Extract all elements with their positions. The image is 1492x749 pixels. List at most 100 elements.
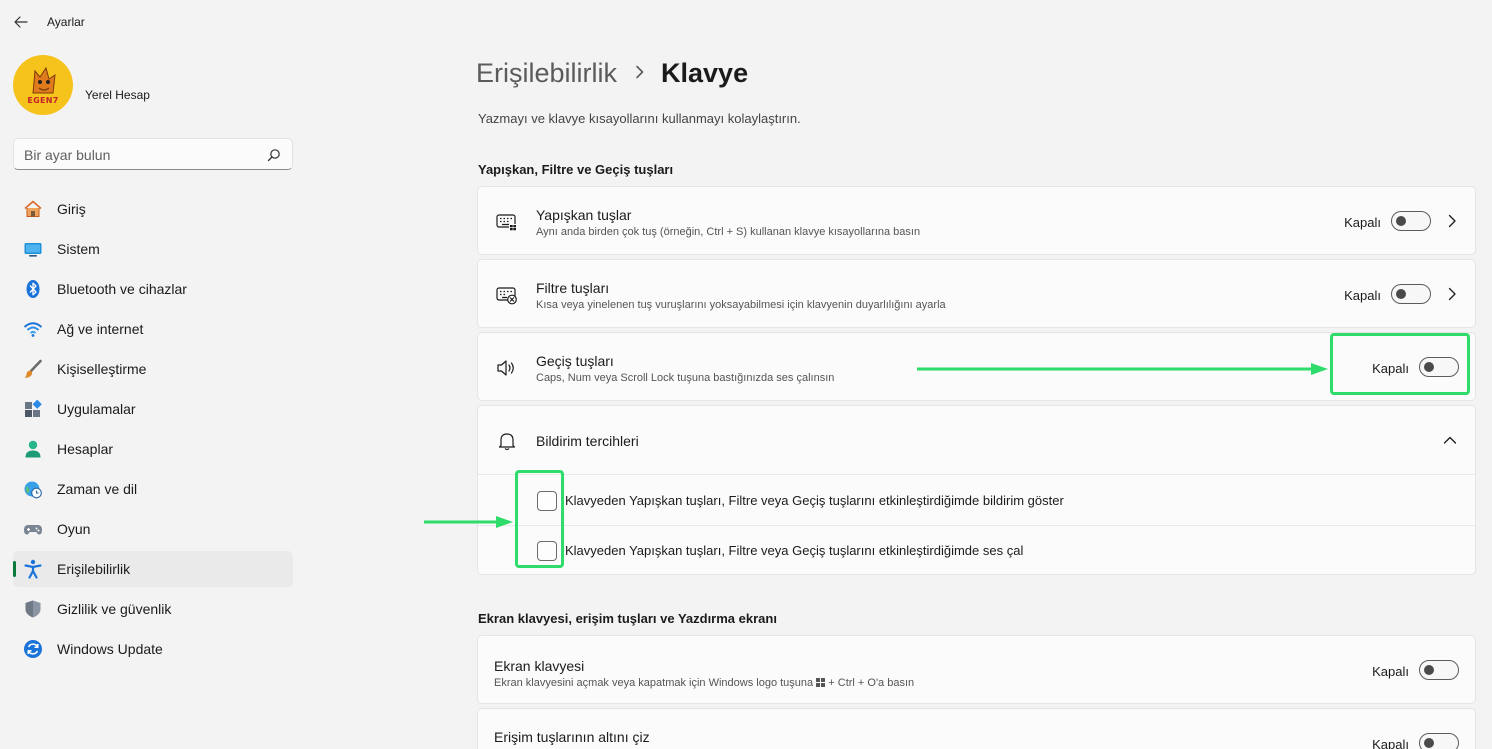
section-title-onscreen: Ekran klavyesi, erişim tuşları ve Yazdır… [478, 611, 777, 626]
back-arrow-icon [14, 16, 28, 28]
sidebar-item-label: Ağ ve internet [57, 321, 144, 337]
show-notification-label: Klavyeden Yapışkan tuşları, Filtre veya … [565, 493, 1064, 508]
wifi-icon [23, 319, 43, 339]
sidebar-nav: Giriş Sistem Bluetooth ve cihazlar Ağ ve… [13, 191, 293, 671]
sidebar-item-gaming[interactable]: Oyun [13, 511, 293, 547]
search-icon[interactable] [267, 148, 281, 162]
chevron-up-icon[interactable] [1443, 433, 1457, 447]
brush-icon [23, 359, 43, 379]
onscreen-keyboard-card[interactable]: Ekran klavyesi Ekran klavyesini açmak ve… [477, 635, 1476, 704]
notification-preferences-title: Bildirim tercihleri [536, 433, 639, 449]
update-icon [23, 639, 43, 659]
toggle-keys-title: Geçiş tuşları [536, 353, 614, 369]
underline-access-keys-toggle[interactable] [1419, 733, 1459, 749]
keyboard-filter-icon [496, 284, 518, 306]
bluetooth-icon [23, 279, 43, 299]
highlight-box-toggle [1330, 333, 1470, 395]
notification-preferences-header[interactable]: Bildirim tercihleri [478, 406, 1475, 474]
page-description: Yazmayı ve klavye kısayollarını kullanma… [478, 111, 801, 126]
chevron-right-icon [635, 62, 645, 85]
toggle-knob [1424, 665, 1434, 675]
sidebar-item-network[interactable]: Ağ ve internet [13, 311, 293, 347]
section-title-keys: Yapışkan, Filtre ve Geçiş tuşları [478, 162, 674, 177]
sidebar-item-label: Bluetooth ve cihazlar [57, 281, 187, 297]
sidebar-item-label: Uygulamalar [57, 401, 136, 417]
sidebar-item-accounts[interactable]: Hesaplar [13, 431, 293, 467]
notification-option-row[interactable]: Klavyeden Yapışkan tuşları, Filtre veya … [478, 525, 1475, 575]
sidebar-item-personalization[interactable]: Kişiselleştirme [13, 351, 293, 387]
breadcrumb: Erişilebilirlik Klavye [476, 55, 748, 91]
toggle-knob [1424, 738, 1434, 748]
sidebar-item-label: Erişilebilirlik [57, 561, 131, 577]
sidebar-item-label: Hesaplar [57, 441, 114, 457]
back-button[interactable] [10, 11, 32, 33]
filter-keys-title: Filtre tuşları [536, 280, 610, 296]
filter-keys-subtitle: Kısa veya yinelenen tuş vuruşlarını yoks… [536, 299, 946, 311]
apps-icon [23, 399, 43, 419]
sticky-keys-toggle[interactable] [1391, 211, 1431, 231]
chevron-right-icon[interactable] [1445, 287, 1459, 301]
sidebar-item-accessibility[interactable]: Erişilebilirlik [13, 551, 293, 587]
subtitle-text: + Ctrl + O'a basın [828, 677, 915, 689]
page-title: Klavye [661, 57, 749, 88]
app-title: Ayarlar [47, 15, 85, 29]
annotation-arrow-icon [424, 516, 513, 528]
shield-icon [23, 599, 43, 619]
underline-access-keys-title: Erişim tuşlarının altını çiz [494, 729, 650, 745]
bell-icon [496, 430, 518, 452]
sticky-keys-state: Kapalı [1344, 215, 1381, 230]
onscreen-keyboard-toggle[interactable] [1419, 660, 1459, 680]
sidebar-item-label: Giriş [57, 201, 86, 217]
onscreen-keyboard-title: Ekran klavyesi [494, 658, 585, 674]
underline-access-keys-state: Kapalı [1372, 737, 1409, 749]
chevron-right-icon[interactable] [1445, 214, 1459, 228]
highlight-box-checkboxes [515, 470, 564, 568]
sticky-keys-subtitle: Aynı anda birden çok tuş (örneğin, Ctrl … [536, 226, 921, 238]
sidebar-item-home[interactable]: Giriş [13, 191, 293, 227]
sidebar-item-label: Sistem [57, 241, 100, 257]
sidebar-item-time-language[interactable]: Zaman ve dil [13, 471, 293, 507]
accessibility-icon [23, 559, 43, 579]
sticky-keys-title: Yapışkan tuşlar [536, 207, 632, 223]
breadcrumb-parent[interactable]: Erişilebilirlik [476, 58, 617, 89]
sidebar-item-system[interactable]: Sistem [13, 231, 293, 267]
onscreen-keyboard-subtitle: Ekran klavyesini açmak veya kapatmak içi… [494, 677, 914, 689]
keyboard-icon [496, 211, 518, 233]
notification-preferences-card: Bildirim tercihleri Klavyeden Yapışkan t… [477, 405, 1476, 575]
sticky-keys-card[interactable]: Yapışkan tuşlar Aynı anda birden çok tuş… [477, 186, 1476, 255]
clock-globe-icon [23, 479, 43, 499]
subtitle-text: Ekran klavyesini açmak veya kapatmak içi… [494, 677, 814, 689]
toggle-keys-subtitle: Caps, Num veya Scroll Lock tuşuna bastığ… [536, 372, 835, 384]
notification-option-row[interactable]: Klavyeden Yapışkan tuşları, Filtre veya … [478, 474, 1475, 525]
speaker-icon [496, 357, 518, 379]
avatar-text: EGEN7 [27, 96, 59, 105]
underline-access-keys-card[interactable]: Erişim tuşlarının altını çiz Kapalı [477, 708, 1476, 749]
filter-keys-toggle[interactable] [1391, 284, 1431, 304]
sidebar-item-label: Kişiselleştirme [57, 361, 147, 377]
annotation-arrow-icon [917, 363, 1328, 375]
sidebar-item-bluetooth[interactable]: Bluetooth ve cihazlar [13, 271, 293, 307]
sidebar-item-label: Gizlilik ve güvenlik [57, 601, 172, 617]
sidebar-item-label: Zaman ve dil [57, 481, 138, 497]
account-icon [23, 439, 43, 459]
mascot-icon [32, 66, 56, 94]
search-box[interactable] [13, 138, 293, 170]
play-sound-label: Klavyeden Yapışkan tuşları, Filtre veya … [565, 543, 1024, 558]
filter-keys-card[interactable]: Filtre tuşları Kısa veya yinelenen tuş v… [477, 259, 1476, 328]
sidebar-item-apps[interactable]: Uygulamalar [13, 391, 293, 427]
toggle-knob [1396, 289, 1406, 299]
sidebar-item-privacy[interactable]: Gizlilik ve güvenlik [13, 591, 293, 627]
search-input[interactable] [24, 145, 254, 165]
title-bar: Ayarlar [0, 0, 1492, 44]
sidebar-item-label: Oyun [57, 521, 91, 537]
sidebar-item-windows-update[interactable]: Windows Update [13, 631, 293, 667]
windows-logo-icon [816, 678, 826, 687]
filter-keys-state: Kapalı [1344, 288, 1381, 303]
onscreen-keyboard-state: Kapalı [1372, 664, 1409, 679]
home-icon [23, 199, 43, 219]
sidebar-item-label: Windows Update [57, 641, 163, 657]
system-icon [23, 239, 43, 259]
gamepad-icon [23, 519, 43, 539]
avatar[interactable]: EGEN7 [13, 55, 73, 115]
toggle-knob [1396, 216, 1406, 226]
